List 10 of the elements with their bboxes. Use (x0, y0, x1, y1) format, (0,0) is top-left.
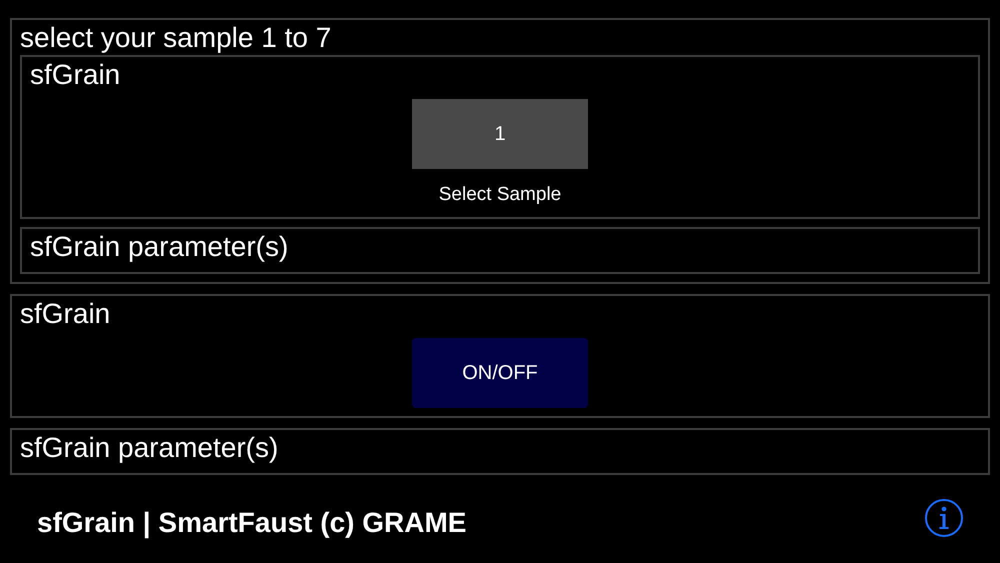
panel-title: sfGrain (20, 297, 110, 331)
footer-title: sfGrain | SmartFaust (c) GRAME (37, 506, 466, 538)
panel-title: sfGrain parameter(s) (30, 230, 288, 264)
number-button[interactable]: 1 (412, 99, 588, 169)
info-icon[interactable] (924, 498, 964, 538)
panel-title: select your sample 1 to 7 (20, 21, 332, 55)
panel-title: sfGrain parameter(s) (20, 431, 278, 465)
panel-title: sfGrain (30, 58, 120, 92)
toggle-button[interactable]: ON/OFF (412, 338, 588, 408)
control-label: Select Sample (438, 183, 562, 207)
